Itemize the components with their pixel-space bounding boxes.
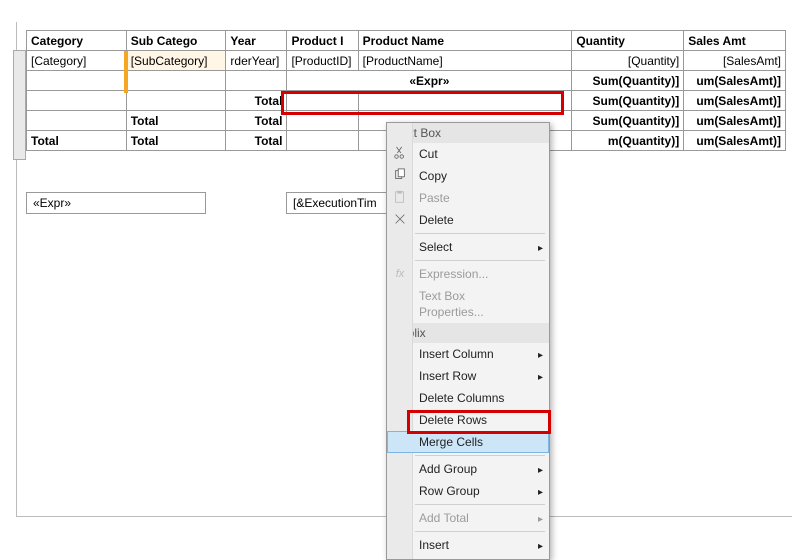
menu-label: Insert	[419, 538, 449, 552]
menu-label: Add Total	[419, 511, 469, 525]
menu-item-copy[interactable]: Copy	[387, 165, 549, 187]
context-menu: Text Box Cut Copy Paste Delete Select ▸ …	[386, 122, 550, 560]
cell-sumqty[interactable]: Sum(Quantity)]	[572, 71, 684, 91]
cell-empty[interactable]	[287, 111, 358, 131]
menu-separator	[415, 531, 545, 532]
menu-item-select[interactable]: Select ▸	[387, 236, 549, 258]
submenu-arrow-icon: ▸	[538, 485, 543, 501]
cell-sumqty[interactable]: Sum(Quantity)]	[572, 91, 684, 111]
cell-empty[interactable]	[27, 91, 127, 111]
menu-item-delete[interactable]: Delete	[387, 209, 549, 231]
cell-subcategory[interactable]: [SubCategory]	[126, 51, 226, 71]
menu-label: Paste	[419, 191, 450, 205]
cell-year[interactable]: rderYear]	[226, 51, 287, 71]
menu-item-textbox-properties: Text Box Properties...	[387, 285, 549, 323]
col-header-subcategory[interactable]: Sub Catego	[126, 31, 226, 51]
cell-total-c2[interactable]: Total	[126, 131, 226, 151]
menu-item-insert[interactable]: Insert ▸	[387, 534, 549, 556]
submenu-arrow-icon: ▸	[538, 539, 543, 555]
cell-sumamt[interactable]: um(SalesAmt)]	[684, 71, 786, 91]
submenu-arrow-icon: ▸	[538, 370, 543, 386]
menu-separator	[415, 233, 545, 234]
submenu-arrow-icon: ▸	[538, 463, 543, 479]
menu-separator	[415, 455, 545, 456]
subtotal-row-1: Total Sum(Quantity)] um(SalesAmt)]	[27, 91, 786, 111]
cell-category[interactable]: [Category]	[27, 51, 127, 71]
cut-icon	[392, 146, 408, 162]
menu-label: Delete Columns	[419, 391, 504, 405]
menu-label: Delete Rows	[419, 413, 487, 427]
menu-label: Add Group	[419, 462, 477, 476]
cell-empty[interactable]	[126, 91, 226, 111]
cell-empty[interactable]	[126, 71, 226, 91]
menu-label: Expression...	[419, 267, 488, 281]
menu-label: Delete	[419, 213, 454, 227]
delete-icon	[392, 212, 408, 228]
submenu-arrow-icon: ▸	[538, 512, 543, 528]
menu-item-paste: Paste	[387, 187, 549, 209]
col-header-quantity[interactable]: Quantity	[572, 31, 684, 51]
header-row: Category Sub Catego Year Product I Produ…	[27, 31, 786, 51]
cell-sumamt[interactable]: um(SalesAmt)]	[684, 111, 786, 131]
menu-item-delete-columns[interactable]: Delete Columns	[387, 387, 549, 409]
menu-item-insert-column[interactable]: Insert Column ▸	[387, 343, 549, 365]
menu-label: Row Group	[419, 484, 480, 498]
menu-item-merge-cells[interactable]: Merge Cells	[387, 431, 549, 453]
fx-icon: fx	[392, 266, 408, 282]
cell-total-c1[interactable]: Total	[27, 131, 127, 151]
submenu-arrow-icon: ▸	[538, 348, 543, 364]
menu-separator	[415, 260, 545, 261]
menu-label: Insert Column	[419, 347, 494, 361]
col-header-category[interactable]: Category	[27, 31, 127, 51]
menu-item-insert-row[interactable]: Insert Row ▸	[387, 365, 549, 387]
cell-productname[interactable]: [ProductName]	[358, 51, 572, 71]
group-indicator-bar	[124, 51, 128, 93]
row-handle-gutter[interactable]	[13, 50, 26, 160]
detail-row: [Category] [SubCategory] rderYear] [Prod…	[27, 51, 786, 71]
footer-expr-textbox[interactable]: «Expr»	[26, 192, 206, 214]
col-header-salesamt[interactable]: Sales Amt	[684, 31, 786, 51]
col-header-productid[interactable]: Product I	[287, 31, 358, 51]
cell-quantity[interactable]: [Quantity]	[572, 51, 684, 71]
menu-item-cut[interactable]: Cut	[387, 143, 549, 165]
cell-empty[interactable]	[27, 111, 127, 131]
copy-icon	[392, 168, 408, 184]
cell-total-c3[interactable]: Total	[226, 131, 287, 151]
cell-empty[interactable]	[226, 71, 287, 91]
menu-label: Select	[419, 240, 452, 254]
menu-item-row-group[interactable]: Row Group ▸	[387, 480, 549, 502]
cell-total-label[interactable]: Total	[226, 91, 287, 111]
cell-sumqty[interactable]: Sum(Quantity)]	[572, 111, 684, 131]
col-header-productname[interactable]: Product Name	[358, 31, 572, 51]
cell-selected-pid[interactable]	[287, 91, 358, 111]
menu-item-delete-rows[interactable]: Delete Rows	[387, 409, 549, 431]
cell-selected-pname[interactable]	[358, 91, 572, 111]
paste-icon	[392, 190, 408, 206]
group-expr-row: «Expr» Sum(Quantity)] um(SalesAmt)]	[27, 71, 786, 91]
menu-item-expression: fx Expression...	[387, 263, 549, 285]
menu-label: Merge Cells	[419, 435, 483, 449]
menu-label: Cut	[419, 147, 438, 161]
col-header-year[interactable]: Year	[226, 31, 287, 51]
submenu-arrow-icon: ▸	[538, 241, 543, 257]
cell-sumqty[interactable]: m(Quantity)]	[572, 131, 684, 151]
menu-separator	[415, 504, 545, 505]
menu-label: Copy	[419, 169, 447, 183]
cell-empty[interactable]	[287, 131, 358, 151]
cell-sumamt[interactable]: um(SalesAmt)]	[684, 131, 786, 151]
cell-salesamt[interactable]: [SalesAmt]	[684, 51, 786, 71]
cell-empty[interactable]	[27, 71, 127, 91]
cell-total-label[interactable]: Total	[126, 111, 226, 131]
menu-item-add-group[interactable]: Add Group ▸	[387, 458, 549, 480]
cell-expr[interactable]: «Expr»	[287, 71, 572, 91]
cell-sumamt[interactable]: um(SalesAmt)]	[684, 91, 786, 111]
menu-item-add-total: Add Total ▸	[387, 507, 549, 529]
menu-label: Text Box Properties...	[419, 289, 484, 319]
menu-label: Insert Row	[419, 369, 476, 383]
cell-productid[interactable]: [ProductID]	[287, 51, 358, 71]
cell-total-label2[interactable]: Total	[226, 111, 287, 131]
